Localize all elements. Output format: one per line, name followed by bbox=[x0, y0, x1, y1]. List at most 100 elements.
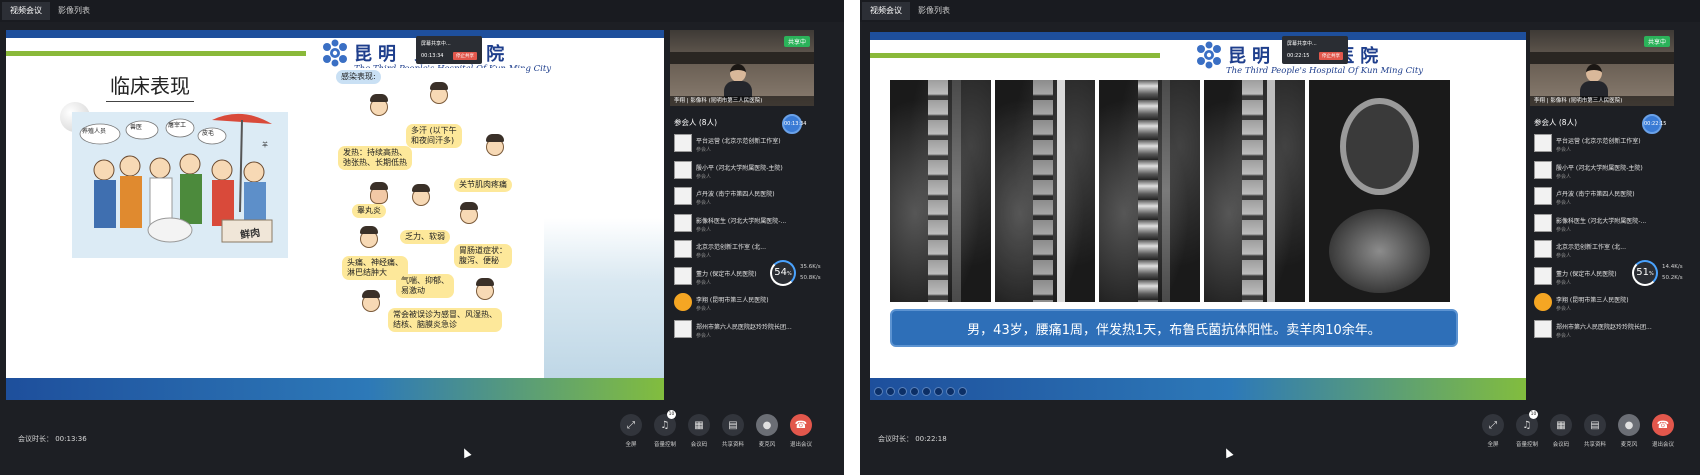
share-material-button[interactable]: ▤ 共享资料 bbox=[716, 414, 750, 448]
cartoon-sign-breeder: 养殖人员 bbox=[82, 128, 107, 135]
tab-video-meeting[interactable]: 视频会议 bbox=[862, 2, 910, 20]
annotation-tool-icon[interactable] bbox=[910, 387, 919, 396]
hospital-emblem-icon bbox=[323, 39, 347, 67]
participant-row[interactable]: 郑州市第六人民医院赵玲玲院长团... 参会人 bbox=[1530, 317, 1680, 344]
tag-anxiety: 气喘、抑郁、 易激动 bbox=[396, 274, 454, 298]
cartoon-face bbox=[412, 184, 430, 206]
avatar bbox=[674, 160, 692, 179]
participant-name: 郑州市第六人民医院赵玲玲院长团... bbox=[1556, 323, 1652, 331]
participant-row[interactable]: 李翔 (昆明市第三人民医院) 参会人 bbox=[670, 290, 820, 317]
slide-accent-bar bbox=[870, 53, 1160, 58]
participant-row[interactable]: 殷小平 (河北大学附属医院-主院) 参会人 bbox=[670, 158, 820, 185]
document-icon: ▤ bbox=[722, 414, 744, 436]
avatar bbox=[1534, 319, 1552, 338]
fullscreen-button[interactable]: ⤢ 全屏 bbox=[614, 414, 648, 448]
annotation-tool-icon[interactable] bbox=[934, 387, 943, 396]
share-status-text: 屏幕共享中... bbox=[421, 41, 451, 47]
control-buttons: ⤢ 全屏 ♫ 10 音量控制 ▦ 会议码 ▤ 共享资料 ● 麦克风 ☎ 退出会议 bbox=[1476, 410, 1680, 448]
stop-share-button[interactable]: 停止共享 bbox=[1319, 52, 1343, 60]
meeting-window-left: 视频会议 影像列表 昆明 人民医院 The Third People's Hos… bbox=[0, 0, 844, 475]
network-load-gauge: 51% bbox=[1632, 260, 1658, 286]
annotation-tool-icon[interactable] bbox=[922, 387, 931, 396]
participant-role: 参会人 bbox=[1556, 147, 1572, 153]
cartoon-face bbox=[370, 94, 388, 116]
meeting-code-button[interactable]: ▦ 会议码 bbox=[1544, 414, 1578, 448]
participant-row[interactable]: 影像科医生 (河北大学附属医院-... 参会人 bbox=[1530, 211, 1680, 238]
participant-role: 参会人 bbox=[696, 226, 712, 233]
cartoon-face bbox=[476, 278, 494, 300]
cartoon-sign-fur: 皮毛 bbox=[202, 130, 215, 137]
mri-sagittal-t2 bbox=[994, 80, 1096, 302]
cartoon-face bbox=[486, 134, 504, 156]
fullscreen-button[interactable]: ⤢ 全屏 bbox=[1476, 414, 1510, 448]
participant-name: 北京示范创新工作室 (北... bbox=[696, 244, 766, 251]
tag-sweating: 多汗 (以下午 和夜间汗多) bbox=[406, 124, 462, 148]
mri-sagittal-stir bbox=[1099, 80, 1201, 302]
fullscreen-icon: ⤢ bbox=[1482, 414, 1504, 436]
fullscreen-icon: ⤢ bbox=[620, 414, 642, 436]
mic-button[interactable]: ● 麦克风 bbox=[750, 414, 784, 448]
participant-name: 平台运营 (北京示范创新工作室) bbox=[1556, 138, 1641, 145]
participant-row[interactable]: 影像科医生 (河北大学附属医院-... 参会人 bbox=[670, 211, 820, 238]
network-load-gauge: 54% bbox=[770, 260, 796, 286]
sharing-badge: 共享中 bbox=[783, 36, 810, 47]
tag-fever: 发热：持续高热、 弛张热、长期低热 bbox=[338, 146, 412, 170]
avatar bbox=[1534, 187, 1552, 205]
mic-button[interactable]: ● 麦克风 bbox=[1612, 414, 1646, 448]
stop-share-button[interactable]: 停止共享 bbox=[453, 52, 477, 60]
qr-icon: ▦ bbox=[688, 414, 710, 436]
avatar bbox=[674, 187, 692, 205]
tag-gi-symptoms: 胃肠道症状： 腹泻、便秘 bbox=[454, 244, 512, 268]
participant-row[interactable]: 郑州市第六人民医院赵玲玲院长团... 参会人 bbox=[670, 317, 820, 344]
annotation-tool-icon[interactable] bbox=[886, 387, 895, 396]
participant-row[interactable]: 平台运营 (北京示范创新工作室) 参会人 bbox=[1530, 131, 1680, 158]
volume-button[interactable]: ♫ 10 音量控制 bbox=[1510, 410, 1544, 448]
self-video-tile[interactable]: 共享中 李翔 | 影像科 (昆明市第三人民医院) bbox=[1530, 30, 1674, 106]
slide-bottom-bar bbox=[6, 378, 664, 400]
leave-meeting-button[interactable]: ☎ 退出会议 bbox=[1646, 414, 1680, 448]
tab-bar: 视频会议 影像列表 bbox=[860, 0, 1700, 22]
participant-role: 参会人 bbox=[1556, 173, 1572, 180]
avatar bbox=[1534, 160, 1552, 179]
tab-image-list[interactable]: 影像列表 bbox=[50, 2, 98, 20]
share-status-text: 屏幕共享中... bbox=[1287, 41, 1317, 47]
self-video-tile[interactable]: 共享中 李翔 | 影像科 (昆明市第三人民医院) bbox=[670, 30, 814, 106]
cartoon-face bbox=[362, 290, 380, 312]
leave-meeting-button[interactable]: ☎ 退出会议 bbox=[784, 414, 818, 448]
avatar bbox=[1534, 266, 1552, 285]
upload-speed: 14.4K/s bbox=[1662, 264, 1683, 270]
annotation-tool-icon[interactable] bbox=[874, 387, 883, 396]
mri-axial bbox=[1308, 80, 1450, 302]
participant-role: 参会人 bbox=[1556, 200, 1572, 206]
control-buttons: ⤢ 全屏 ♫ 10 音量控制 ▦ 会议码 ▤ 共享资料 ● 麦克风 ☎ 退出会议 bbox=[614, 410, 818, 448]
participant-row[interactable]: 卢丹波 (南宁市第四人民医院) 参会人 bbox=[670, 184, 820, 211]
sharing-badge: 共享中 bbox=[1643, 36, 1670, 47]
panel-heading: 感染表现: bbox=[336, 70, 381, 84]
cartoon-face bbox=[370, 182, 388, 204]
tab-video-meeting[interactable]: 视频会议 bbox=[2, 2, 50, 20]
upload-speed: 35.6K/s bbox=[800, 264, 821, 270]
participant-row[interactable]: 平台运营 (北京示范创新工作室) 参会人 bbox=[670, 131, 820, 158]
mri-image-strip bbox=[890, 80, 1450, 302]
window-divider bbox=[844, 0, 860, 475]
meeting-code-button[interactable]: ▦ 会议码 bbox=[682, 414, 716, 448]
hospital-emblem-icon bbox=[1197, 41, 1221, 69]
participant-row[interactable]: 卢丹波 (南宁市第四人民医院) 参会人 bbox=[1530, 184, 1680, 211]
annotation-tool-icon[interactable] bbox=[898, 387, 907, 396]
annotation-tool-icon[interactable] bbox=[946, 387, 955, 396]
slide-title: 临床表现 bbox=[106, 70, 194, 102]
cartoon-sign-vet: 兽医 bbox=[130, 124, 143, 131]
tab-image-list[interactable]: 影像列表 bbox=[910, 2, 958, 20]
cartoon-face bbox=[430, 82, 448, 104]
annotation-tool-icon[interactable] bbox=[958, 387, 967, 396]
qr-icon: ▦ bbox=[1550, 414, 1572, 436]
shared-slide: 昆明 人民医院 The Third People's Hospital Of K… bbox=[6, 30, 664, 400]
share-material-button[interactable]: ▤ 共享资料 bbox=[1578, 414, 1612, 448]
meeting-duration: 会议时长： 00:22:18 bbox=[878, 435, 947, 443]
participant-row[interactable]: 殷小平 (河北大学附属医院-主院) 参会人 bbox=[1530, 158, 1680, 185]
screen-share-popup: 屏幕共享中... 00:13:34 停止共享 bbox=[416, 36, 482, 64]
volume-button[interactable]: ♫ 10 音量控制 bbox=[648, 410, 682, 448]
cartoon-meat-label: 鲜肉 bbox=[239, 227, 261, 242]
participant-row[interactable]: 李翔 (昆明市第三人民医院) 参会人 bbox=[1530, 290, 1680, 317]
participant-header: 参会人 (8人) bbox=[1534, 118, 1578, 127]
